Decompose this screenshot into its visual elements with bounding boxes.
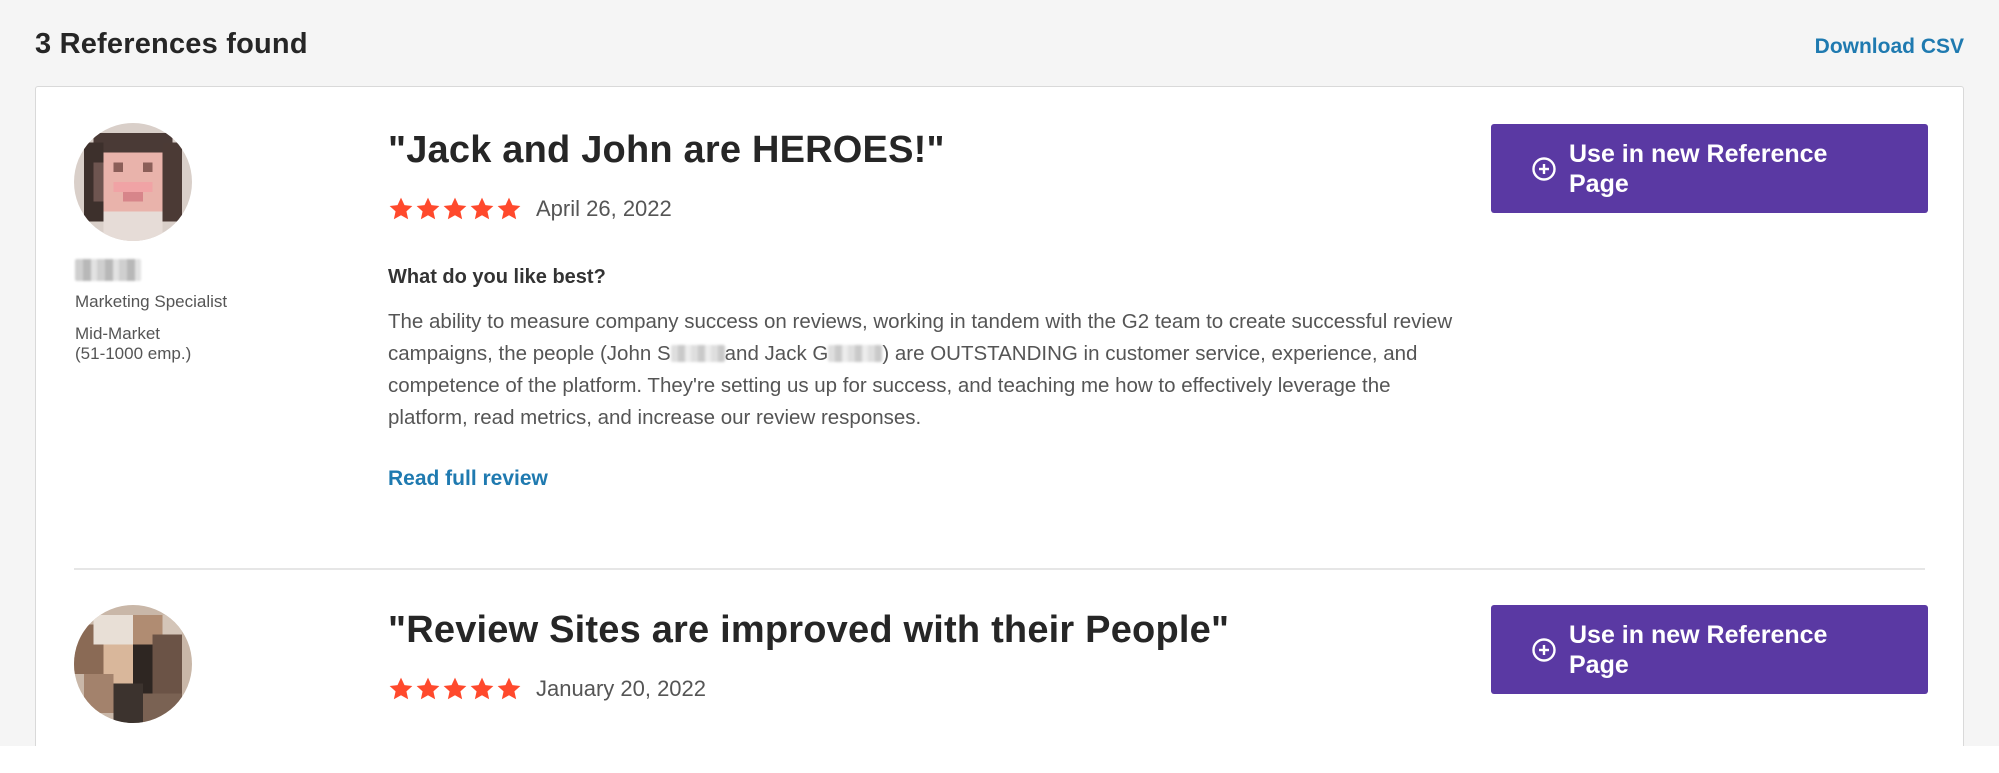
download-csv-link[interactable]: Download CSV <box>1815 35 1964 59</box>
results-header: 3 References found Download CSV <box>35 24 1964 64</box>
results-count-title: 3 References found <box>35 27 308 60</box>
star-icon <box>389 677 413 700</box>
rating-row: January 20, 2022 <box>388 676 706 702</box>
review-title: "Review Sites are improved with their Pe… <box>388 609 1230 651</box>
page-bottom <box>0 746 1999 773</box>
references-page: 3 References found Download CSV Marketin… <box>0 0 1999 773</box>
use-button-label: Use in new Reference Page <box>1569 620 1828 679</box>
star-rating <box>388 676 522 702</box>
star-icon <box>443 677 467 700</box>
use-in-reference-page-button[interactable]: Use in new Reference Page <box>1491 605 1928 694</box>
reviewer-avatar <box>74 605 192 723</box>
references-card: Marketing Specialist Mid-Market (51-1000… <box>35 86 1964 746</box>
reference-item: "Review Sites are improved with their Pe… <box>36 87 1963 746</box>
plus-circle-icon <box>1532 637 1556 662</box>
review-date: January 20, 2022 <box>536 676 707 701</box>
star-icon <box>416 677 440 700</box>
star-icon <box>497 677 521 700</box>
star-icon <box>470 677 494 700</box>
